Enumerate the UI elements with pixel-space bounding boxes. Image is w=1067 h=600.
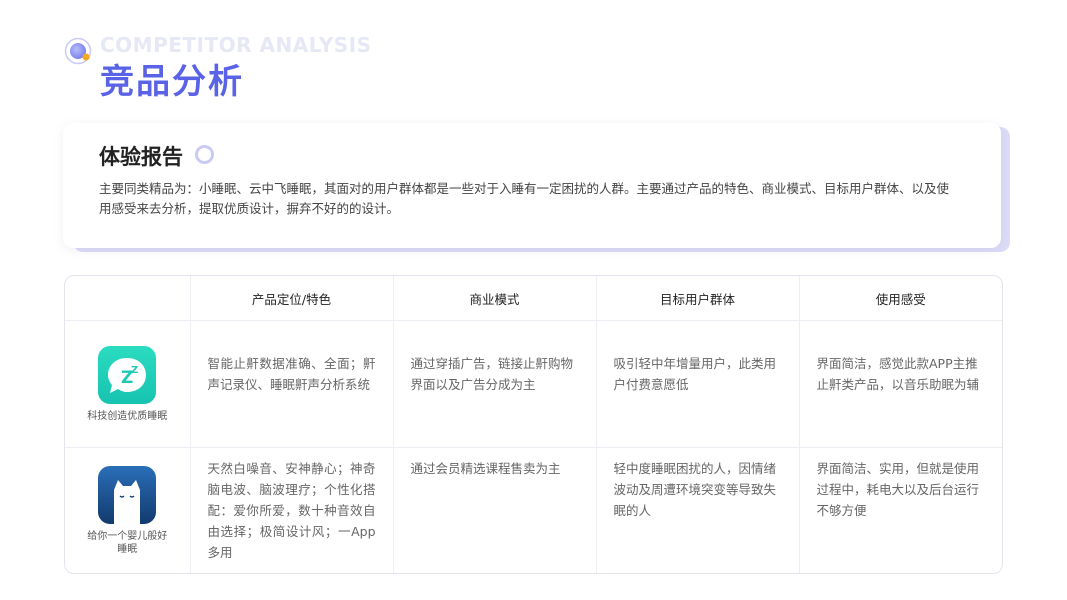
report-card: 体验报告 主要同类精品为：小睡眠、云中飞睡眠，其面对的用户群体都是一些对于入睡有… (63, 123, 1001, 248)
app-cell: Z Z 科技创造优质睡眠 (65, 320, 191, 448)
table-row: 给你一个婴儿般好睡眠 天然白噪音、安神静心；神奇脑电波、脑波理疗；个性化搭配：爱… (65, 447, 1002, 573)
target-cell: 吸引轻中年增量用户，此类用户付费意愿低 (595, 320, 800, 448)
header-cell-positioning: 产品定位/特色 (189, 276, 394, 321)
target-text: 轻中度睡眠困扰的人，因情绪波动及周遭环境突变等导致失眠的人 (613, 461, 777, 518)
header-cell-business: 商业模式 (392, 276, 597, 321)
app-name: 科技创造优质睡眠 (87, 410, 168, 422)
experience-text: 界面简洁，感觉此款APP主推止鼾类产品，以音乐助眠为辅 (816, 356, 980, 392)
business-text: 通过穿插广告，链接止鼾购物界面以及广告分成为主 (410, 356, 574, 392)
report-body: 主要同类精品为：小睡眠、云中飞睡眠，其面对的用户群体都是一些对于入睡有一定困扰的… (99, 181, 950, 216)
table-row: Z Z 科技创造优质睡眠 智能止鼾数据准确、全面；鼾声记录仪、睡眠鼾声分析系统 … (65, 320, 1002, 448)
comparison-table: 产品定位/特色 商业模式 目标用户群体 使用感受 Z Z 科技创造优质睡眠 智能… (64, 275, 1003, 574)
section-logo-icon (64, 37, 92, 65)
business-text: 通过会员精选课程售卖为主 (410, 461, 561, 476)
header-cell-experience: 使用感受 (798, 276, 1002, 321)
header-cell-empty (65, 276, 191, 321)
xiaoshuimian-zz-app-icon: Z Z (98, 345, 157, 404)
positioning-text: 天然白噪音、安神静心；神奇脑电波、脑波理疗；个性化搭配：爱你所爱，数十种音效自由… (207, 461, 376, 560)
positioning-cell: 天然白噪音、安神静心；神奇脑电波、脑波理疗；个性化搭配：爱你所爱，数十种音效自由… (189, 447, 394, 573)
cat-app-icon (98, 465, 157, 524)
business-cell: 通过会员精选课程售卖为主 (392, 447, 597, 573)
experience-text: 界面简洁、实用，但就是使用过程中，耗电大以及后台运行不够方便 (816, 461, 980, 518)
positioning-cell: 智能止鼾数据准确、全面；鼾声记录仪、睡眠鼾声分析系统 (189, 320, 394, 448)
target-text: 吸引轻中年增量用户，此类用户付费意愿低 (613, 356, 777, 392)
experience-cell: 界面简洁、实用，但就是使用过程中，耗电大以及后台运行不够方便 (798, 447, 1002, 573)
experience-cell: 界面简洁，感觉此款APP主推止鼾类产品，以音乐助眠为辅 (798, 320, 1002, 448)
positioning-text: 智能止鼾数据准确、全面；鼾声记录仪、睡眠鼾声分析系统 (207, 356, 376, 392)
business-cell: 通过穿插广告，链接止鼾购物界面以及广告分成为主 (392, 320, 597, 448)
report-title: 体验报告 (99, 145, 183, 169)
app-cell: 给你一个婴儿般好睡眠 (65, 447, 191, 573)
page-title: 竞品分析 (100, 62, 244, 102)
app-name: 给你一个婴儿般好睡眠 (87, 530, 168, 555)
target-cell: 轻中度睡眠困扰的人，因情绪波动及周遭环境突变等导致失眠的人 (595, 447, 800, 573)
table-header-row: 产品定位/特色 商业模式 目标用户群体 使用感受 (65, 276, 1002, 321)
svg-text:Z: Z (131, 365, 138, 376)
header-cell-target: 目标用户群体 (595, 276, 800, 321)
ring-icon (195, 145, 214, 164)
